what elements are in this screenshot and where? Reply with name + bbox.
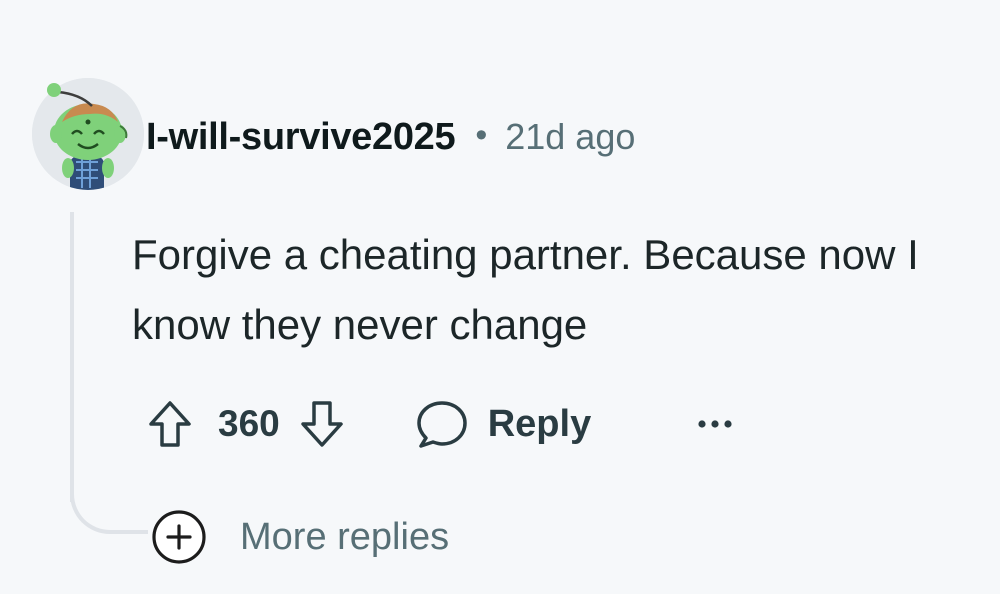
arrow-down-icon	[300, 401, 343, 447]
reply-button[interactable]: Reply	[414, 398, 591, 450]
overflow-menu-button[interactable]	[685, 394, 745, 454]
arrow-up-icon	[149, 401, 191, 447]
comment-actions: 360 Reply	[140, 392, 745, 456]
ellipsis-icon	[698, 420, 732, 428]
plus-circle-icon	[152, 510, 206, 564]
author-username[interactable]: I-will-survive2025	[146, 116, 456, 159]
comment-header: I-will-survive2025 • 21d ago	[146, 112, 635, 162]
downvote-button[interactable]	[292, 394, 352, 454]
separator-dot: •	[475, 115, 488, 154]
comment-body: Forgive a cheating partner. Because now …	[132, 231, 919, 348]
thread-line-curve	[70, 470, 148, 534]
avatar[interactable]	[32, 78, 144, 190]
vote-score: 360	[218, 403, 280, 444]
thread-line[interactable]	[70, 212, 74, 502]
snoo-avatar-icon	[32, 78, 144, 190]
comment-timestamp[interactable]: 21d ago	[505, 116, 635, 158]
upvote-button[interactable]	[140, 394, 200, 454]
more-replies-button[interactable]: More replies	[150, 508, 449, 566]
more-replies-label: More replies	[240, 515, 450, 558]
speech-bubble-icon	[416, 401, 467, 448]
reply-label: Reply	[487, 402, 592, 445]
